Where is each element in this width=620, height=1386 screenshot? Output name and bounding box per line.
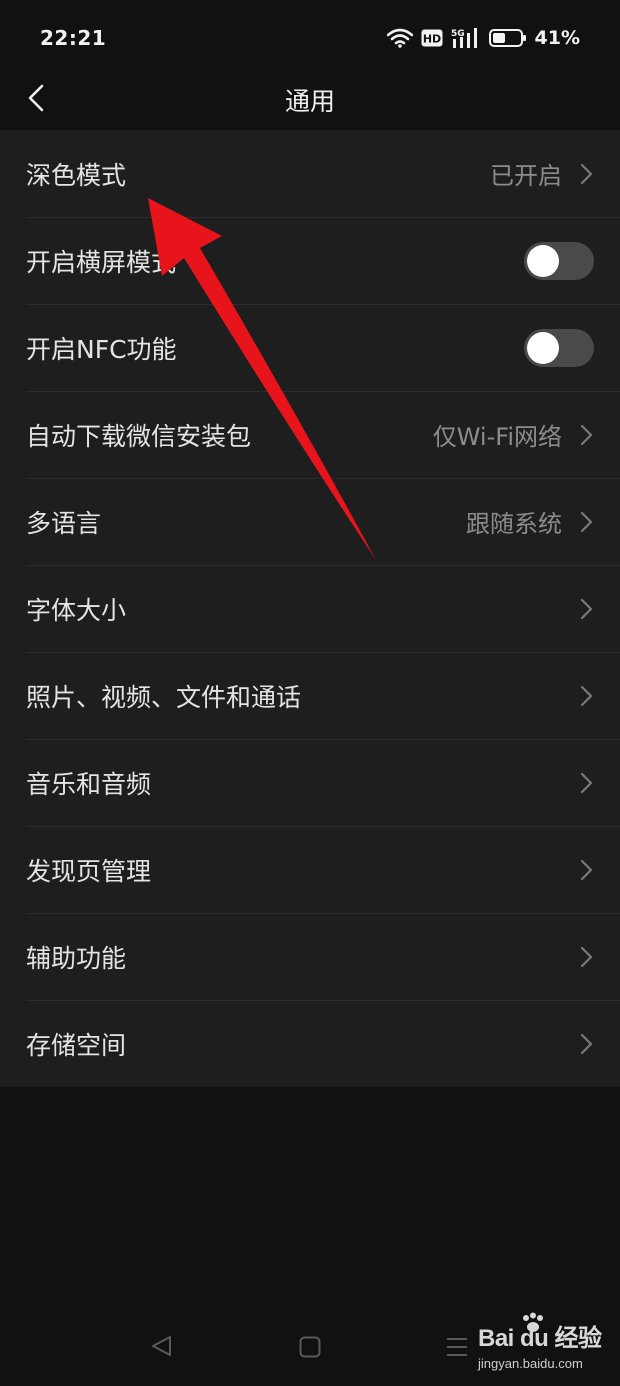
setting-discover-page[interactable]: 发现页管理 bbox=[0, 826, 620, 913]
setting-label: 辅助功能 bbox=[26, 943, 127, 973]
setting-label: 存储空间 bbox=[26, 1030, 127, 1060]
setting-label: 开启NFC功能 bbox=[26, 334, 177, 364]
chevron-right-icon bbox=[580, 772, 593, 793]
setting-storage[interactable]: 存储空间 bbox=[0, 1000, 620, 1087]
setting-value: 跟随系统 bbox=[466, 510, 562, 538]
nav-menu-icon[interactable] bbox=[446, 1336, 468, 1358]
watermark-url: jingyan.baidu.com bbox=[478, 1356, 583, 1371]
toggle-knob bbox=[527, 244, 559, 277]
baidu-paw-icon bbox=[523, 1312, 543, 1332]
setting-landscape-mode: 开启横屏模式 bbox=[0, 217, 620, 304]
nav-back-icon[interactable] bbox=[150, 1334, 174, 1358]
signal-icon: 5G bbox=[451, 28, 477, 48]
setting-music-audio[interactable]: 音乐和音频 bbox=[0, 739, 620, 826]
chevron-right-icon bbox=[580, 163, 593, 184]
setting-accessibility[interactable]: 辅助功能 bbox=[0, 913, 620, 1000]
chevron-right-icon bbox=[580, 598, 593, 619]
back-button[interactable] bbox=[16, 78, 56, 118]
setting-label: 自动下载微信安装包 bbox=[26, 421, 252, 451]
setting-dark-mode[interactable]: 深色模式 已开启 bbox=[0, 130, 620, 217]
setting-value: 仅Wi-Fi网络 bbox=[432, 423, 562, 451]
battery-percent: 41% bbox=[534, 27, 580, 49]
setting-language[interactable]: 多语言 跟随系统 bbox=[0, 478, 620, 565]
nav-home-icon[interactable] bbox=[299, 1336, 321, 1358]
setting-label: 发现页管理 bbox=[26, 856, 152, 886]
setting-label: 开启横屏模式 bbox=[26, 247, 177, 277]
hd-icon: HD bbox=[421, 29, 443, 47]
chevron-right-icon bbox=[580, 511, 593, 532]
chevron-right-icon bbox=[580, 685, 593, 706]
chevron-right-icon bbox=[580, 946, 593, 967]
setting-label: 照片、视频、文件和通话 bbox=[26, 682, 302, 712]
setting-label: 字体大小 bbox=[26, 595, 127, 625]
setting-auto-download[interactable]: 自动下载微信安装包 仅Wi-Fi网络 bbox=[0, 391, 620, 478]
chevron-right-icon bbox=[580, 424, 593, 445]
setting-label: 多语言 bbox=[26, 508, 102, 538]
page-title: 通用 bbox=[284, 87, 335, 116]
status-time: 22:21 bbox=[40, 26, 107, 50]
setting-label: 深色模式 bbox=[26, 160, 127, 190]
setting-nfc: 开启NFC功能 bbox=[0, 304, 620, 391]
status-bar: 22:21 HD 5G 41% bbox=[0, 0, 620, 72]
wifi-icon bbox=[386, 28, 413, 48]
nav-bar: 通用 bbox=[0, 72, 620, 128]
hd-label: HD bbox=[422, 33, 440, 46]
back-icon bbox=[28, 84, 44, 112]
landscape-toggle[interactable] bbox=[524, 241, 594, 280]
settings-list: 深色模式 已开启 开启横屏模式 开启NFC功能 自动下载微信安装包 仅Wi-Fi… bbox=[0, 130, 620, 1087]
chevron-right-icon bbox=[580, 859, 593, 880]
chevron-right-icon bbox=[580, 1033, 593, 1054]
toggle-knob bbox=[527, 331, 559, 364]
baidu-watermark: Bai du 经验 jingyan.baidu.com bbox=[474, 1312, 614, 1378]
nfc-toggle[interactable] bbox=[524, 328, 594, 367]
setting-value: 已开启 bbox=[490, 162, 562, 190]
status-icons: HD 5G 41% bbox=[386, 27, 580, 49]
setting-font-size[interactable]: 字体大小 bbox=[0, 565, 620, 652]
battery-icon bbox=[488, 29, 526, 47]
setting-label: 音乐和音频 bbox=[26, 769, 152, 799]
setting-media[interactable]: 照片、视频、文件和通话 bbox=[0, 652, 620, 739]
